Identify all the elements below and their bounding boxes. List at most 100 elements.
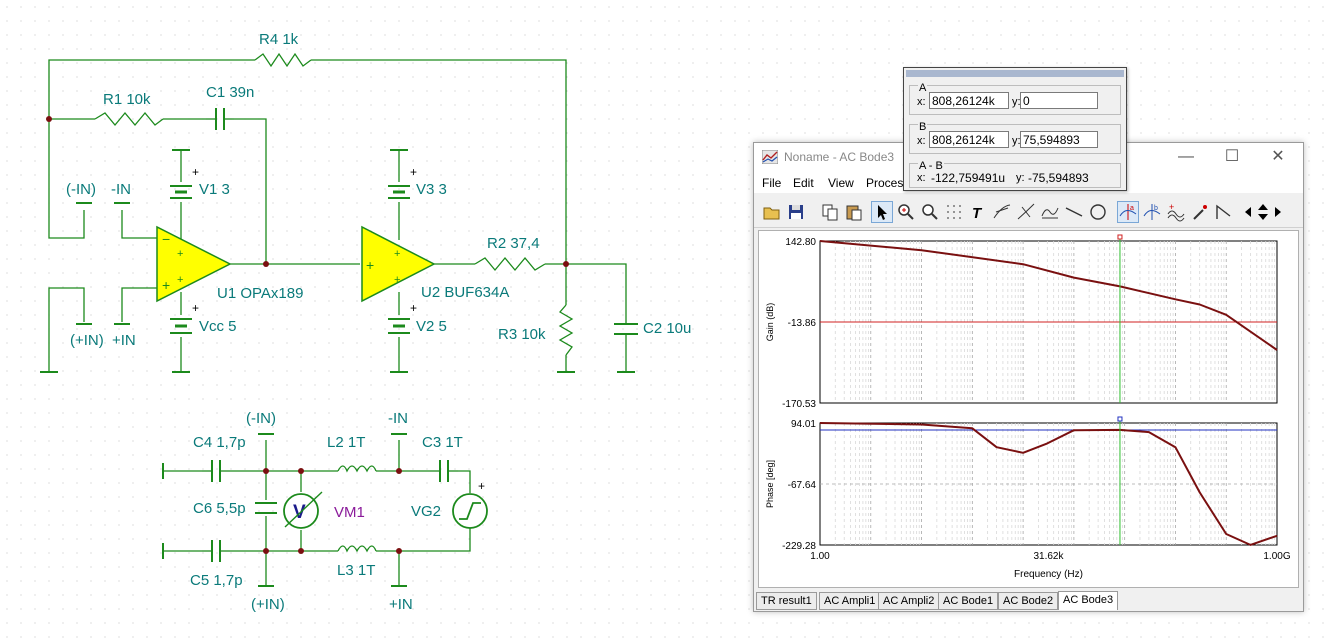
tab-ac-ampli2[interactable]: AC Ampli2	[878, 592, 940, 610]
tangent-icon[interactable]	[991, 201, 1013, 223]
add-curve-icon[interactable]: +	[1165, 201, 1187, 223]
port-pin-paren: (+IN)	[70, 332, 104, 349]
battery-v1[interactable]: +	[170, 165, 199, 199]
capacitor-c2[interactable]	[614, 318, 638, 340]
probe-icon[interactable]	[1189, 201, 1211, 223]
port-b-pin: +IN	[389, 596, 413, 613]
text-icon[interactable]: T	[967, 201, 989, 223]
cursor-readout-panel[interactable]: A x: 808,26124k y: 0 B x: 808,26124k y: …	[903, 67, 1127, 191]
gain-y-axis-label: Gain (dB)	[765, 303, 775, 342]
label-c1: C1 39n	[206, 84, 254, 101]
cursor-b-group: B x: 808,26124k y: 75,594893	[909, 121, 1121, 154]
gain-cursor-marker[interactable]	[1117, 234, 1123, 240]
label-vg2: VG2	[411, 503, 441, 520]
tab-ac-bode2[interactable]: AC Bode2	[998, 592, 1059, 610]
menu-file[interactable]: File	[762, 176, 781, 190]
cursor-ab-y-label: y:	[1016, 172, 1025, 184]
label-r4: R4 1k	[259, 31, 299, 48]
cursor-a-x-label: x:	[917, 96, 926, 108]
svg-text:+: +	[1169, 202, 1174, 212]
open-icon[interactable]	[761, 201, 783, 223]
label-c6: C6 5,5p	[193, 500, 246, 517]
tab-tr-result1[interactable]: TR result1	[756, 592, 817, 610]
window-title: Noname - AC Bode3	[784, 150, 895, 164]
svg-text:+: +	[394, 248, 400, 260]
voltmeter-vm1[interactable]: V	[283, 491, 323, 529]
phase-cursor-marker[interactable]	[1117, 416, 1123, 422]
inductor-l2[interactable]	[337, 465, 377, 473]
paste-icon[interactable]	[843, 201, 865, 223]
tab-ac-ampli1[interactable]: AC Ampli1	[819, 592, 881, 610]
menu-view[interactable]: View	[828, 176, 854, 190]
port-b-pin-paren: (+IN)	[251, 596, 285, 613]
svg-text:+: +	[162, 277, 170, 293]
cursor-a-y-field[interactable]: 0	[1020, 92, 1098, 109]
capacitor-c1[interactable]	[206, 108, 234, 130]
zoom-in-icon[interactable]	[895, 201, 917, 223]
slope-icon[interactable]	[1015, 201, 1037, 223]
tab-ac-bode1[interactable]: AC Bode1	[938, 592, 999, 610]
save-icon[interactable]	[785, 201, 807, 223]
close-icon[interactable]: ✕	[1255, 145, 1301, 169]
resistor-r1[interactable]	[94, 111, 164, 127]
phase-y-tick-label: 94.01	[791, 419, 816, 430]
svg-text:+: +	[366, 257, 374, 273]
svg-text:−: −	[162, 231, 170, 247]
label-r3: R3 10k	[498, 326, 546, 343]
copy-icon[interactable]	[819, 201, 841, 223]
left-arrow-icon[interactable]	[1241, 201, 1255, 223]
right-arrow-icon[interactable]	[1271, 201, 1285, 223]
marker-icon[interactable]	[1213, 201, 1235, 223]
x-tick-label: 31.62k	[1033, 551, 1064, 562]
plot-area[interactable]: 142.80 -13.86 -170.53 Gain (dB) 94.01 -67.64-…	[758, 230, 1299, 588]
cursor-b-icon[interactable]: b	[1141, 201, 1163, 223]
cursor-a-icon[interactable]: a	[1117, 201, 1139, 223]
app-icon	[762, 150, 778, 164]
label-l2: L2 1T	[327, 434, 365, 451]
svg-text:+: +	[192, 165, 199, 179]
menu-edit[interactable]: Edit	[793, 176, 814, 190]
minimize-icon[interactable]: —	[1163, 145, 1209, 169]
x-axis-label: Frequency (Hz)	[1014, 569, 1083, 580]
curve-icon[interactable]	[1039, 201, 1061, 223]
tab-ac-bode3[interactable]: AC Bode3	[1058, 591, 1119, 610]
cursor-a-x-field[interactable]: 808,26124k	[929, 92, 1009, 109]
port-nin-paren: (-IN)	[66, 181, 96, 198]
x-tick-label: 1.00G	[1263, 551, 1290, 562]
panel-title-bar[interactable]	[906, 70, 1124, 77]
zoom-100-icon[interactable]	[919, 201, 941, 223]
battery-vcc[interactable]: +	[170, 301, 199, 334]
grid-icon[interactable]	[943, 201, 965, 223]
capacitor-c4[interactable]	[202, 460, 230, 482]
maximize-icon[interactable]: ☐	[1209, 145, 1255, 169]
svg-text:+: +	[410, 301, 417, 315]
capacitor-c5[interactable]	[202, 540, 230, 562]
label-v2: V2 5	[416, 318, 447, 335]
up-down-icon[interactable]	[1255, 201, 1271, 223]
circle-icon[interactable]	[1087, 201, 1109, 223]
port-b-nin: -IN	[388, 410, 408, 427]
battery-v2[interactable]: +	[388, 301, 417, 334]
capacitor-c6[interactable]	[255, 502, 277, 514]
pointer-icon[interactable]	[871, 201, 893, 223]
label-u2: U2 BUF634A	[421, 284, 509, 301]
svg-text:+: +	[177, 248, 183, 260]
cursor-b-title: B	[918, 121, 928, 133]
resistor-r3[interactable]	[558, 304, 574, 356]
label-c4: C4 1,7p	[193, 434, 246, 451]
bode-window[interactable]: Noname - AC Bode3 — ☐ ✕ File Edit View P…	[753, 142, 1304, 612]
inductor-l3[interactable]	[337, 545, 377, 553]
bode-plot[interactable]: 142.80-13.86-170.53Gain (dB)94.01-67.64-…	[759, 231, 1298, 587]
cursor-ab-y-value: -75,594893	[1028, 171, 1089, 185]
gain-y-tick-label: -13.86	[788, 318, 817, 329]
line-icon[interactable]	[1063, 201, 1085, 223]
capacitor-c3[interactable]	[430, 460, 458, 482]
resistor-r2[interactable]	[474, 256, 546, 272]
cursor-b-x-field[interactable]: 808,26124k	[929, 131, 1009, 148]
cursor-a-group: A x: 808,26124k y: 0	[909, 82, 1121, 115]
resistor-r4[interactable]	[254, 52, 312, 68]
cursor-b-y-field[interactable]: 75,594893	[1020, 131, 1098, 148]
svg-text:+: +	[177, 274, 183, 286]
label-c3: C3 1T	[422, 434, 463, 451]
battery-v3[interactable]: +	[388, 165, 417, 199]
